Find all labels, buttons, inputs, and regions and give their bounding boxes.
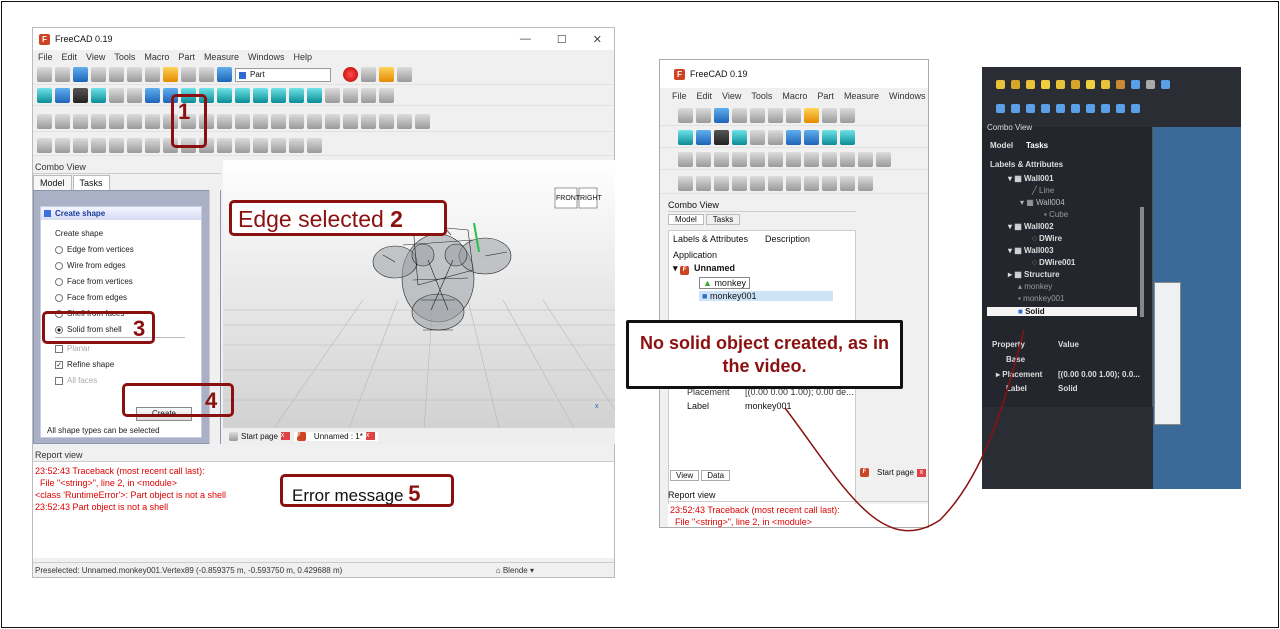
- connector-overlay: [784, 329, 1025, 532]
- connector-curve: [784, 329, 1025, 532]
